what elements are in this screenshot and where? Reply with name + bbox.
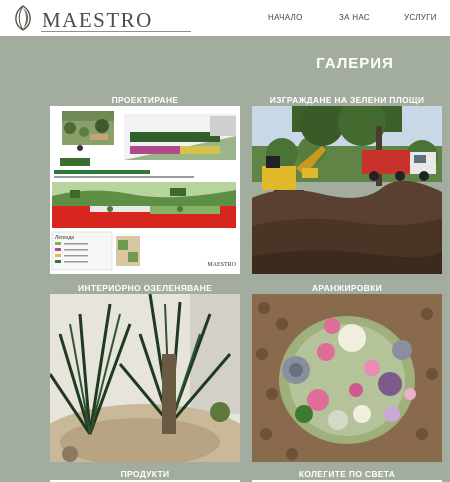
nav-services[interactable]: УСЛУГИ — [404, 13, 437, 22]
plan-legend-title: Легенда — [55, 235, 74, 241]
nav-home[interactable]: НАЧАЛО — [268, 13, 303, 22]
plan-stamp: MAESTRO — [207, 262, 236, 268]
logo-underline — [41, 31, 191, 32]
gallery-item-construction-title[interactable]: ИЗГРАЖДАНЕ НА ЗЕЛЕНИ ПЛОЩИ — [252, 95, 442, 105]
indoor-palm-planter-image[interactable] — [50, 294, 240, 462]
gallery-item-arrangements-title[interactable]: АРАНЖИРОВКИ — [252, 283, 442, 293]
site-header: MAESTRO НАЧАЛО ЗА НАС УСЛУГИ — [0, 0, 450, 36]
flower-arrangement-image[interactable] — [252, 294, 442, 462]
brand-name: MAESTRO — [42, 8, 153, 32]
excavator-construction-site-image[interactable] — [252, 106, 442, 274]
gallery-heading: ГАЛЕРИЯ — [316, 55, 394, 72]
gallery-item-design-title[interactable]: ПРОЕКТИРАНЕ — [50, 95, 240, 105]
nav-about[interactable]: ЗА НАС — [339, 13, 370, 22]
leaf-logo-icon — [15, 5, 31, 31]
landscape-design-plan-image[interactable]: Легенда MAESTRO — [50, 106, 240, 274]
gallery-item-products-title[interactable]: ПРОДУКТИ — [50, 469, 240, 479]
gallery-item-colleagues-title[interactable]: КОЛЕГИТЕ ПО СВЕТА — [252, 469, 442, 479]
gallery-item-interior-title[interactable]: ИНТЕРИОРНО ОЗЕЛЕНЯВАНЕ — [50, 283, 240, 293]
